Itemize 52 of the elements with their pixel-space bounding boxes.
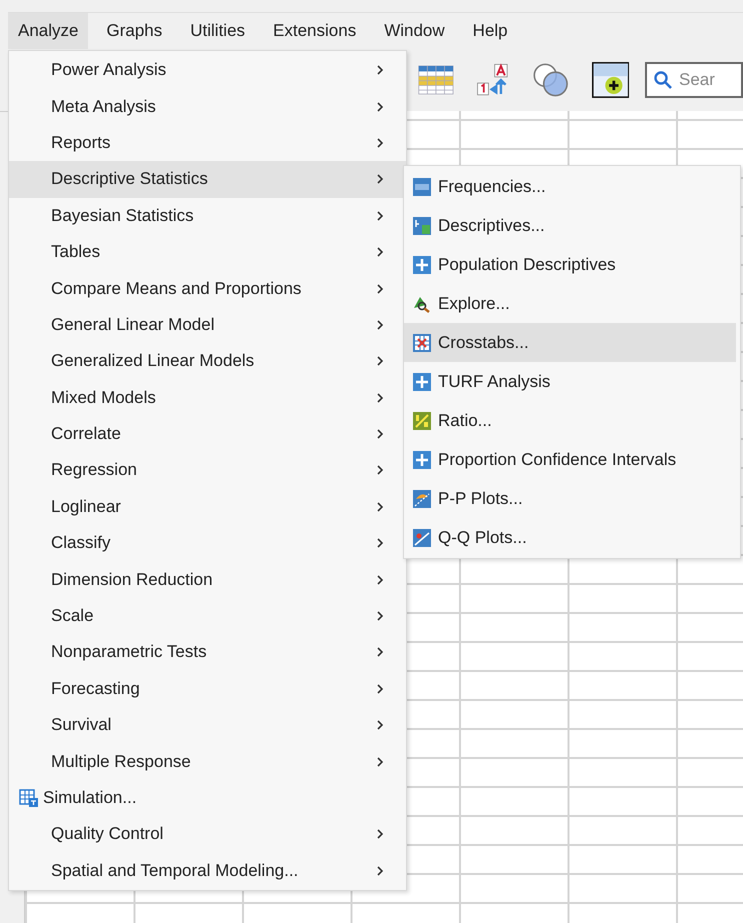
submenu-item[interactable]: Explore... (404, 284, 736, 323)
frequencies-icon (412, 176, 432, 196)
submenu-item[interactable]: Q-Q Plots... (404, 518, 736, 557)
menu-bar-item[interactable]: Graphs (96, 13, 172, 49)
search-box[interactable]: Sear (645, 62, 743, 98)
crosstabs-icon (412, 332, 432, 352)
submenu-item[interactable]: Frequencies... (404, 167, 736, 206)
submenu-item[interactable]: Crosstabs... (404, 323, 736, 362)
search-field[interactable]: Sear (677, 69, 741, 91)
menu-item[interactable]: Simulation... (9, 780, 406, 816)
menu-item[interactable]: Compare Means and Proportions (9, 270, 406, 307)
menu-item[interactable]: Scale (9, 598, 406, 634)
menu-item[interactable]: Forecasting (9, 670, 406, 708)
menu-bar-item[interactable]: Extensions (263, 13, 366, 49)
menu-item[interactable]: Quality Control (9, 816, 406, 853)
menu-bar-item[interactable]: Help (462, 13, 518, 49)
simulation-icon (19, 788, 39, 808)
menu-item[interactable]: Classify (9, 525, 406, 562)
submenu-item[interactable]: P-P Plots... (404, 479, 736, 518)
submenu-item[interactable]: Ratio... (404, 401, 736, 440)
descriptives-icon (412, 216, 432, 236)
menu-item[interactable]: Dimension Reduction (9, 561, 406, 598)
menu-item[interactable]: Reports (9, 124, 406, 162)
plus-icon (412, 254, 432, 274)
menu-item[interactable]: Multiple Response (9, 743, 406, 780)
menu-item[interactable]: Power Analysis (9, 52, 406, 88)
menu-item[interactable]: Bayesian Statistics (9, 198, 406, 234)
menu-item[interactable]: Descriptive Statistics (9, 161, 406, 198)
menu-item[interactable]: Nonparametric Tests (9, 634, 406, 671)
menu-item[interactable]: Meta Analysis (9, 88, 406, 125)
plus-icon (412, 450, 432, 470)
menu-item[interactable]: Survival (9, 707, 406, 744)
menu-bar-item[interactable]: Analyze (8, 13, 88, 49)
menu-item[interactable]: Regression (9, 452, 406, 489)
plot-icon (412, 488, 432, 508)
menu-item[interactable]: Tables (9, 234, 406, 270)
menu-item[interactable]: Mixed Models (9, 380, 406, 416)
menu-bar-item[interactable]: Utilities (180, 13, 256, 49)
submenu-item[interactable]: TURF Analysis (404, 362, 736, 401)
menu-item[interactable]: Correlate (9, 416, 406, 452)
menu-item[interactable]: Generalized Linear Models (9, 343, 406, 380)
plus-icon (412, 372, 432, 392)
submenu-item[interactable]: Population Descriptives (404, 245, 736, 284)
plot-icon (412, 528, 432, 548)
search-icon (653, 70, 673, 90)
menu-item[interactable]: Loglinear (9, 488, 406, 526)
menu-item[interactable]: General Linear Model (9, 306, 406, 344)
menu-item[interactable]: Spatial and Temporal Modeling... (9, 852, 406, 889)
submenu-item[interactable]: Proportion Confidence Intervals (404, 440, 736, 479)
menu-bar-item[interactable]: Window (374, 13, 455, 49)
ratio-icon (412, 410, 432, 430)
submenu-item[interactable]: Descriptives... (404, 206, 736, 245)
